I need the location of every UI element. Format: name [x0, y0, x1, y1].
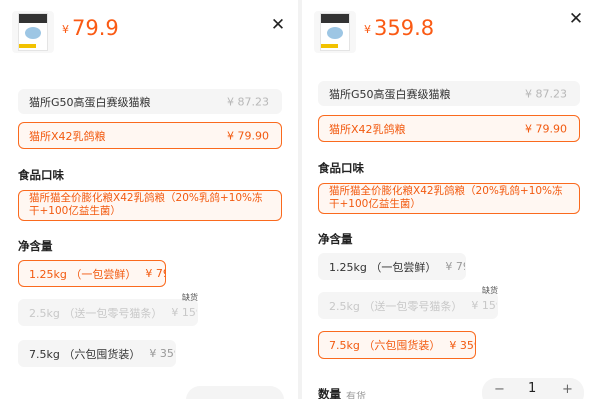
- soldout-badge: 缺货: [482, 286, 498, 295]
- weight-option-label: 7.5kg （六包囤货装）: [329, 339, 441, 352]
- product-option-name: 猫所X42乳鸽粮: [329, 122, 406, 136]
- quantity-stepper: − 1 +: [482, 378, 584, 399]
- weight-option-7-5kg[interactable]: 7.5kg （六包囤货装） ¥ 359.8: [18, 340, 176, 367]
- weight-option-label: 1.25kg （一包尝鲜）: [329, 260, 437, 274]
- weight-option-price: ¥ 79.9: [145, 267, 165, 280]
- flavor-section-title: 食品口味: [18, 168, 64, 182]
- weight-option-1-25kg[interactable]: 1.25kg （一包尝鲜） ¥ 79.9: [318, 253, 466, 280]
- selected-price: ¥79.9: [62, 18, 119, 39]
- price-value: 359.8: [374, 16, 435, 40]
- weight-option-price: ¥ 359.8: [149, 347, 175, 360]
- cat-food-package-icon: [320, 13, 350, 51]
- soldout-badge: 缺货: [182, 293, 198, 302]
- product-option-name: 猫所X42乳鸽粮: [29, 129, 106, 143]
- quantity-stepper-cutoff[interactable]: [186, 386, 284, 399]
- flavor-option[interactable]: 猫所猫全价膨化粮X42乳鸽粮（20%乳鸽+10%冻干+100亿益生菌）: [318, 183, 580, 214]
- sku-selector-panel-left: ¥79.9 ✕ 猫所G50高蛋白赛级猫粮 ¥ 87.23 猫所X42乳鸽粮 ¥ …: [0, 0, 298, 399]
- product-option-name: 猫所G50高蛋白赛级猫粮: [329, 87, 451, 101]
- product-thumbnail: [12, 11, 54, 53]
- weight-section-title: 净含量: [318, 232, 353, 246]
- sku-selector-panel-right: ¥359.8 ✕ 猫所G50高蛋白赛级猫粮 ¥ 87.23 猫所X42乳鸽粮 ¥…: [302, 0, 600, 399]
- stock-status: 有货: [346, 392, 366, 399]
- weight-option-1-25kg[interactable]: 1.25kg （一包尝鲜） ¥ 79.9: [18, 260, 166, 287]
- flavor-section-title: 食品口味: [318, 161, 364, 175]
- plus-icon[interactable]: +: [562, 382, 573, 397]
- currency-symbol: ¥: [364, 23, 371, 36]
- selected-price: ¥359.8: [364, 18, 434, 39]
- product-option-g50[interactable]: 猫所G50高蛋白赛级猫粮 ¥ 87.23: [318, 81, 580, 106]
- close-icon[interactable]: ✕: [568, 11, 584, 28]
- product-option-price: ¥ 87.23: [227, 95, 269, 108]
- weight-option-label: 7.5kg （六包囤货装）: [29, 347, 141, 361]
- price-value: 79.9: [72, 16, 119, 40]
- minus-icon[interactable]: −: [494, 382, 505, 397]
- quantity-label: 数量: [318, 387, 341, 399]
- flavor-option[interactable]: 猫所猫全价膨化粮X42乳鸽粮（20%乳鸽+10%冻干+100亿益生菌）: [18, 190, 282, 221]
- weight-option-price: ¥ 159.8: [471, 299, 497, 312]
- product-option-price: ¥ 79.90: [227, 129, 269, 142]
- weight-option-price: ¥ 359.8: [449, 338, 475, 352]
- weight-option-2-5kg[interactable]: 2.5kg （送一包零号猫条） ¥ 159.8: [18, 299, 198, 326]
- weight-option-price: ¥ 79.9: [445, 260, 465, 273]
- weight-option-label: 2.5kg （送一包零号猫条）: [329, 299, 463, 313]
- weight-option-2-5kg[interactable]: 2.5kg （送一包零号猫条） ¥ 159.8: [318, 292, 498, 319]
- product-option-price: ¥ 87.23: [525, 87, 567, 100]
- product-option-price: ¥ 79.90: [525, 122, 567, 135]
- weight-option-price: ¥ 159.8: [171, 306, 197, 319]
- product-option-g50[interactable]: 猫所G50高蛋白赛级猫粮 ¥ 87.23: [18, 89, 282, 114]
- weight-section-title: 净含量: [18, 239, 53, 253]
- product-option-name: 猫所G50高蛋白赛级猫粮: [29, 95, 151, 109]
- weight-option-7-5kg[interactable]: 7.5kg （六包囤货装） ¥ 359.8: [318, 331, 476, 359]
- weight-option-label: 2.5kg （送一包零号猫条）: [29, 306, 163, 320]
- product-option-x42[interactable]: 猫所X42乳鸽粮 ¥ 79.90: [318, 115, 580, 142]
- weight-option-label: 1.25kg （一包尝鲜）: [29, 267, 137, 281]
- currency-symbol: ¥: [62, 23, 69, 36]
- cat-food-package-icon: [18, 13, 48, 51]
- product-thumbnail: [314, 11, 356, 53]
- product-option-x42[interactable]: 猫所X42乳鸽粮 ¥ 79.90: [18, 122, 282, 149]
- quantity-value[interactable]: 1: [528, 381, 536, 396]
- close-icon[interactable]: ✕: [270, 17, 286, 34]
